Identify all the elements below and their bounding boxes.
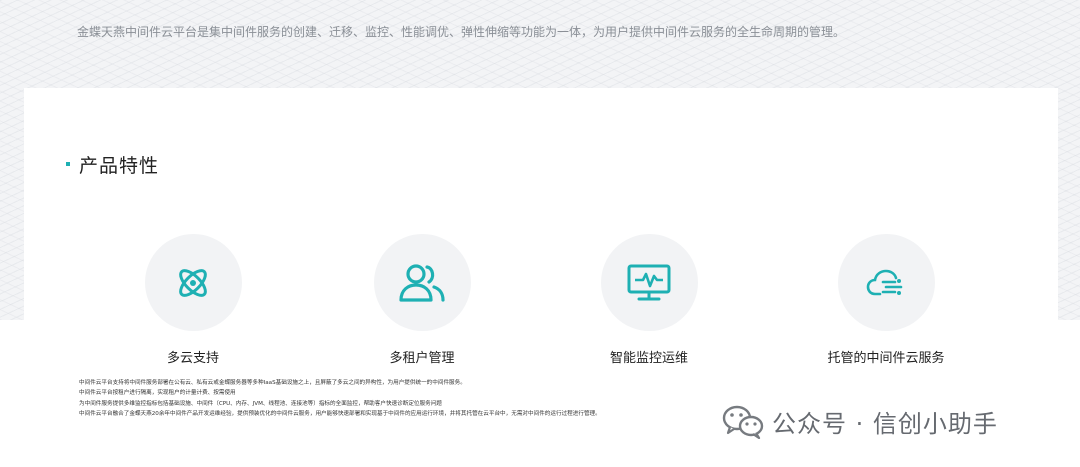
feature-label: 多云支持 [166,351,219,366]
feature-multi-cloud: 多云支持 [93,234,293,366]
feature-label: 多租户管理 [389,351,455,366]
description-line: 中间件云平台按租户进行隔离，实现租户的计量计费、按需使用 [79,390,236,397]
users-icon [399,263,445,302]
section-marker [66,162,70,166]
feature-icon-circle [373,234,471,331]
description-line: 中间件云平台支持将中间件服务部署在公有云、私有云或金蝶服务器等多种IaaS基础设… [79,380,466,386]
feature-label: 托管的中间件云服务 [827,351,945,366]
watermark-text: 公众号 · 信创小助手 [772,410,998,438]
feature-multi-tenant: 多租户管理 [322,234,522,366]
description-line: 中间件云平台融合了金蝶天燕20余年中间件产品开发运维经验，提供预装优化的中间件云… [79,410,601,417]
intro-text: 金蝶天燕中间件云平台是集中间件服务的创建、迁移、监控、性能调优、弹性伸缩等功能为… [77,25,846,39]
atom-icon [179,268,207,297]
feature-smart-monitoring: 智能监控运维 [549,234,749,366]
feature-icon-circle [144,234,242,331]
description-line: 为中间件服务提供多维监控指标包括基础设施、中间件（CPU、内存、JVM、线程池、… [79,400,442,407]
cloud-icon [866,269,903,295]
watermark: 公众号 · 信创小助手 [722,404,998,439]
wechat-icon [722,405,764,439]
section-header: 产品特性 [66,152,160,177]
feature-icon-circle [837,234,935,331]
section-title: 产品特性 [79,154,160,177]
feature-icon-circle [600,234,698,331]
monitor-chart-icon [627,264,671,300]
feature-managed-cloud-service: 托管的中间件云服务 [786,234,986,366]
feature-label: 智能监控运维 [609,351,688,366]
feature-descriptions: 中间件云平台支持将中间件服务部署在公有云、私有云或金蝶服务器等多种IaaS基础设… [79,378,601,419]
